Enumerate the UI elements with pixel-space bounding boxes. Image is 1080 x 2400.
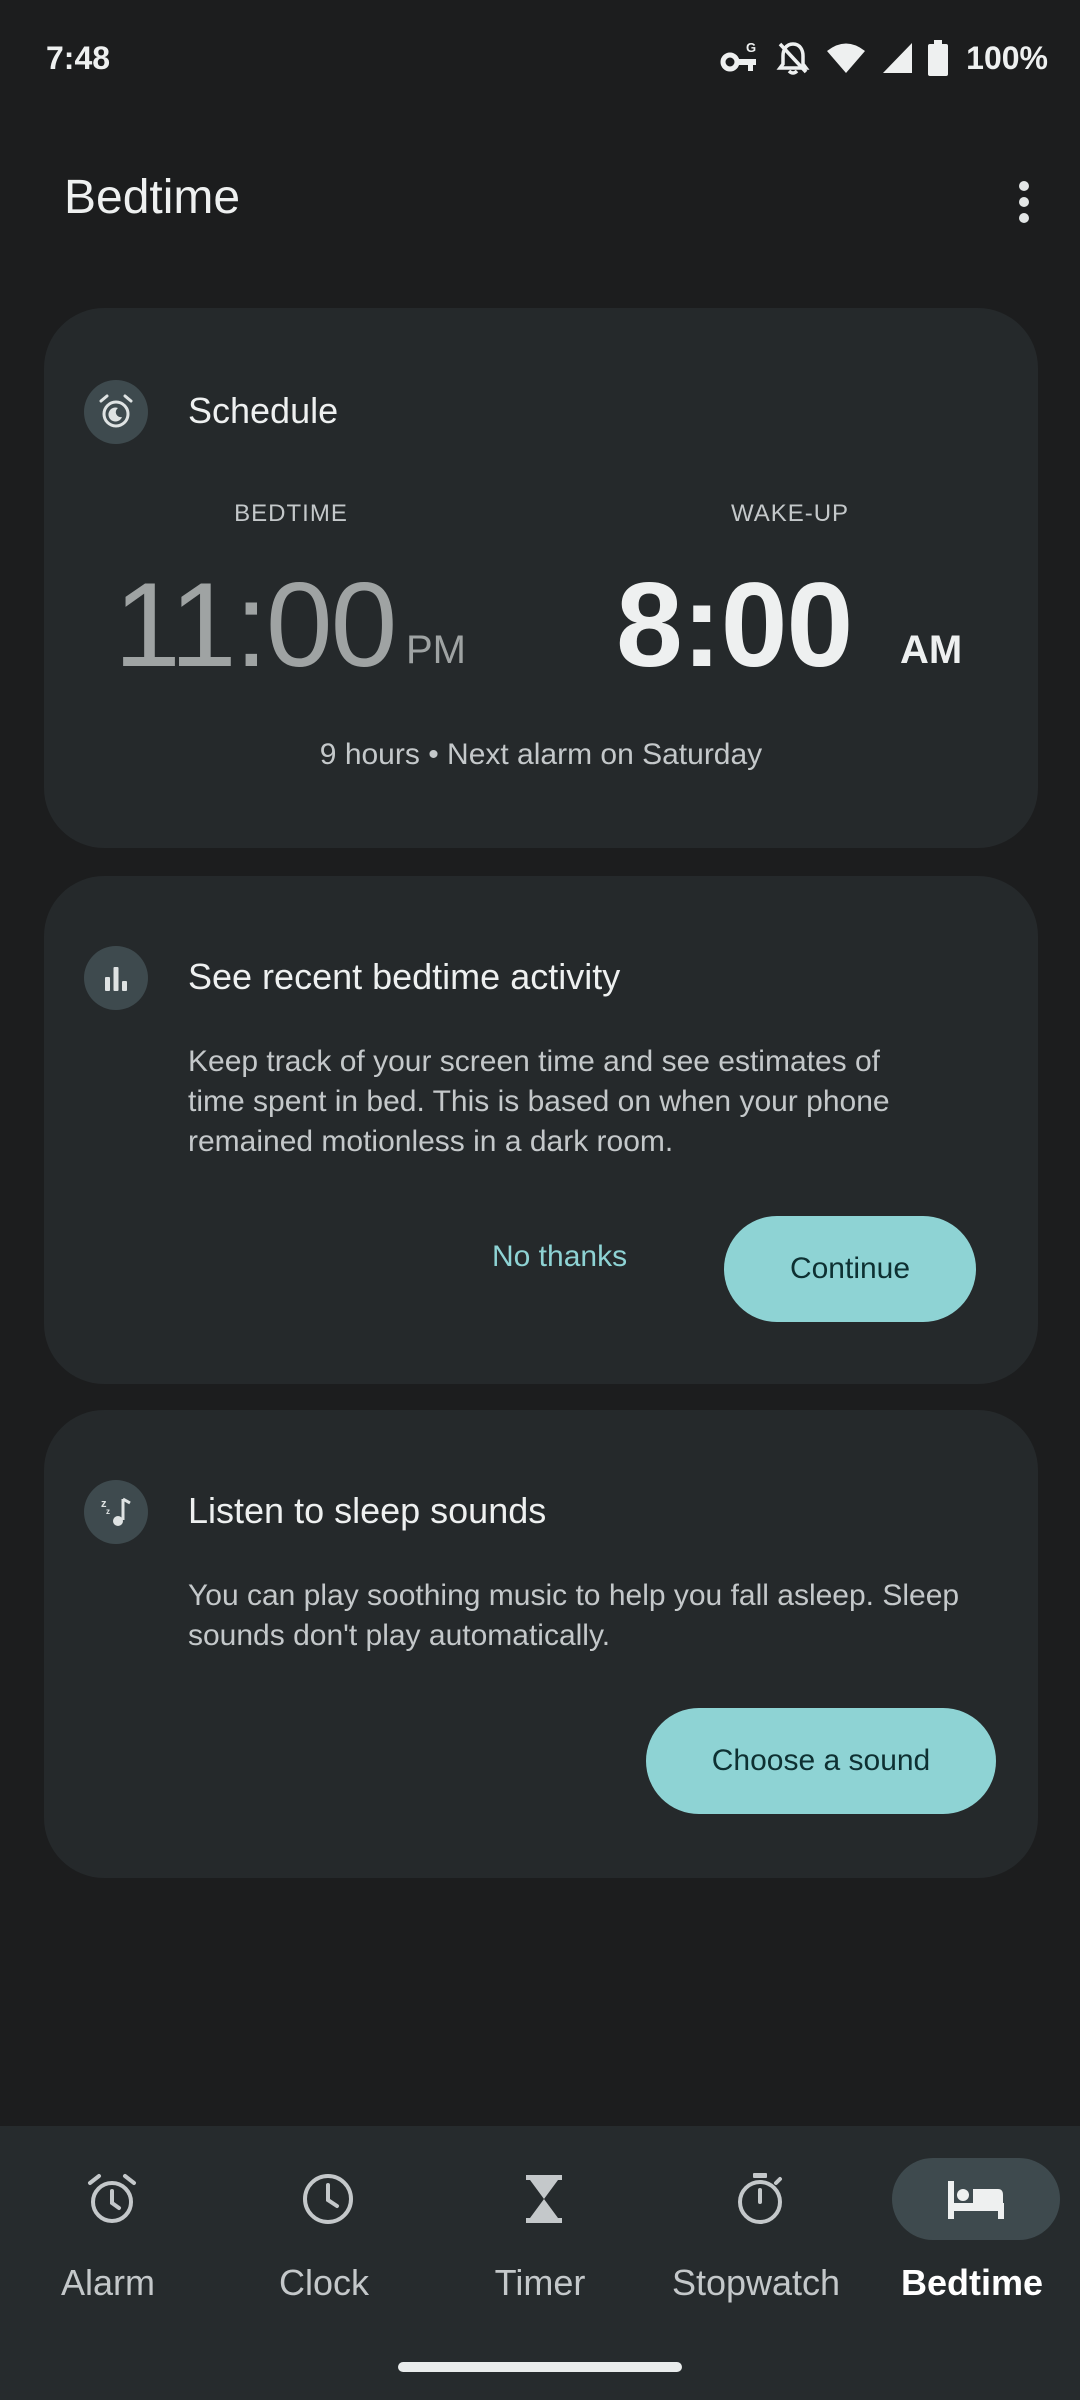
notifications-off-icon xyxy=(776,40,810,76)
alarm-bedtime-icon xyxy=(84,380,148,444)
nav-item-alarm[interactable]: Alarm xyxy=(0,2126,216,2366)
hourglass-icon xyxy=(460,2158,628,2240)
activity-description-line: time spent in bed. This is based on when… xyxy=(188,1085,890,1118)
nav-label-clock: Clock xyxy=(278,2262,370,2303)
choose-a-sound-button[interactable]: Choose a sound xyxy=(646,1708,996,1814)
status-bar: 7:48 G 100% xyxy=(0,0,1080,120)
nav-item-clock[interactable]: Clock xyxy=(216,2126,432,2366)
page-title: Bedtime xyxy=(64,171,241,224)
svg-text:z: z xyxy=(106,1507,110,1516)
nav-label-bedtime: Bedtime xyxy=(900,2262,1044,2303)
stopwatch-icon xyxy=(676,2158,844,2240)
signal-icon xyxy=(882,42,913,74)
bedtime-ampm: PM xyxy=(406,628,466,672)
bed-icon xyxy=(892,2158,1060,2240)
clock-icon xyxy=(244,2158,412,2240)
sleep-sounds-description-line: You can play soothing music to help you … xyxy=(188,1579,960,1612)
bedtime-screen: 7:48 G 100% Bedtime Schedule BEDTIME WAK… xyxy=(0,0,1080,2400)
bedtime-label: BEDTIME xyxy=(234,500,348,527)
no-thanks-button[interactable]: No thanks xyxy=(492,1240,627,1274)
svg-text:G: G xyxy=(746,40,756,55)
battery-percentage: 100% xyxy=(966,39,1048,76)
status-time: 7:48 xyxy=(46,40,111,76)
status-icons: G 100% xyxy=(720,36,1048,80)
nav-label-timer: Timer xyxy=(494,2262,586,2303)
bedtime-activity-card: See recent bedtime activity Keep track o… xyxy=(44,876,1038,1384)
alarm-icon xyxy=(28,2158,196,2240)
sleep-sounds-description: You can play soothing music to help you … xyxy=(188,1576,1008,1656)
nav-item-bedtime[interactable]: Bedtime xyxy=(864,2126,1080,2366)
bedtime-time[interactable]: 11:00 xyxy=(114,556,397,694)
more-options-button[interactable] xyxy=(1000,170,1048,234)
activity-description: Keep track of your screen time and see e… xyxy=(188,1042,968,1162)
nav-item-stopwatch[interactable]: Stopwatch xyxy=(648,2126,864,2366)
wifi-icon xyxy=(826,42,866,74)
sleep-sounds-title: Listen to sleep sounds xyxy=(188,1490,547,1531)
nav-item-timer[interactable]: Timer xyxy=(432,2126,648,2366)
activity-description-line: remained motionless in a dark room. xyxy=(188,1125,674,1158)
nav-label-alarm: Alarm xyxy=(60,2262,155,2303)
sleep-music-icon: z z xyxy=(84,1480,148,1544)
sleep-sounds-card: z z Listen to sleep sounds You can play … xyxy=(44,1410,1038,1878)
nav-label-stopwatch: Stopwatch xyxy=(671,2262,841,2303)
continue-button[interactable]: Continue xyxy=(724,1216,976,1322)
schedule-title: Schedule xyxy=(188,390,339,431)
activity-title: See recent bedtime activity xyxy=(188,956,621,997)
gesture-navigation-bar[interactable] xyxy=(398,2362,682,2372)
wakeup-ampm: AM xyxy=(900,628,963,672)
sleep-sounds-description-line: sounds don't play automatically. xyxy=(188,1619,611,1652)
vpn-key-icon: G xyxy=(720,40,760,76)
schedule-summary: 9 hours • Next alarm on Saturday xyxy=(319,738,763,771)
wakeup-time[interactable]: 8:00 xyxy=(616,556,853,694)
schedule-card[interactable]: Schedule BEDTIME WAKE-UP 11:00 PM 8:00 A… xyxy=(44,308,1038,848)
more-vert-icon xyxy=(1019,181,1029,223)
bar-chart-icon xyxy=(84,946,148,1010)
activity-description-line: Keep track of your screen time and see e… xyxy=(188,1045,881,1078)
bottom-navigation: Alarm Clock Timer Stopwatch Bedtime xyxy=(0,2126,1080,2400)
wakeup-label: WAKE-UP xyxy=(730,500,850,527)
battery-icon xyxy=(928,40,949,76)
